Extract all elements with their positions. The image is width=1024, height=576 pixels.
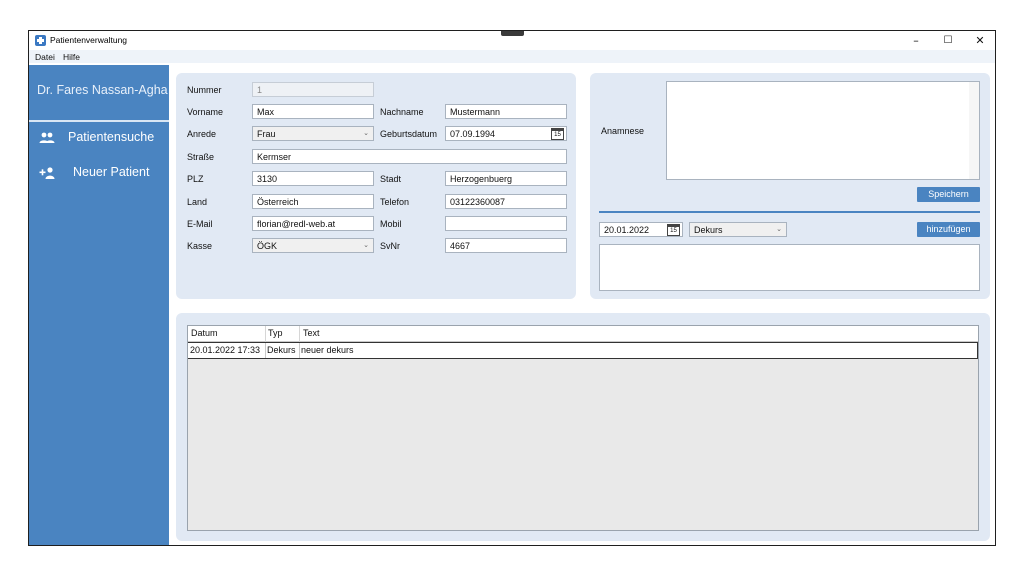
label-geburtsdatum: Geburtsdatum xyxy=(380,129,438,139)
chevron-down-icon: ⌄ xyxy=(776,225,782,233)
medical-kit-icon xyxy=(35,35,46,46)
strasse-field[interactable]: Kermser xyxy=(252,149,567,164)
calendar-icon[interactable]: 15 xyxy=(551,128,564,140)
geburtsdatum-value: 07.09.1994 xyxy=(450,129,496,139)
cell-separator xyxy=(299,343,300,358)
scrollbar[interactable] xyxy=(969,82,979,179)
minimize-button[interactable]: – xyxy=(901,31,931,50)
window-title: Patientenverwaltung xyxy=(50,35,128,45)
label-vorname: Vorname xyxy=(187,107,224,117)
table-row[interactable]: 20.01.2022 17:33 Dekurs neuer dekurs xyxy=(188,342,978,359)
geburtsdatum-field[interactable]: 07.09.1994 15 xyxy=(445,126,567,141)
svnr-field[interactable]: 4667 xyxy=(445,238,567,253)
label-land: Land xyxy=(187,197,208,207)
calendar-icon[interactable]: 15 xyxy=(667,224,680,236)
column-separator[interactable] xyxy=(299,326,300,342)
label-anamnese: Anamnese xyxy=(601,126,645,136)
entry-type-value: Dekurs xyxy=(694,225,723,235)
plz-field[interactable]: 3130 xyxy=(252,171,374,186)
column-text[interactable]: Text xyxy=(303,328,320,338)
app-window: Patientenverwaltung – ☐ ✕ Datei Hilfe Dr… xyxy=(28,30,996,546)
telefon-field[interactable]: 03122360087 xyxy=(445,194,567,209)
email-field[interactable]: florian@redl-web.at xyxy=(252,216,374,231)
stadt-field[interactable]: Herzogenbuerg xyxy=(445,171,567,186)
menu-hilfe[interactable]: Hilfe xyxy=(63,52,80,62)
chevron-down-icon: ⌄ xyxy=(363,129,369,137)
section-divider xyxy=(599,211,980,213)
mobil-field[interactable] xyxy=(445,216,567,231)
maximize-button[interactable]: ☐ xyxy=(933,31,963,50)
vorname-field[interactable]: Max xyxy=(252,104,374,119)
label-nachname: Nachname xyxy=(380,107,424,117)
nav-label-neuer-patient: Neuer Patient xyxy=(73,165,150,179)
sidebar-divider xyxy=(29,120,169,122)
entry-type-select[interactable]: Dekurs ⌄ xyxy=(689,222,787,237)
close-button[interactable]: ✕ xyxy=(965,31,995,50)
column-separator[interactable] xyxy=(265,326,266,342)
land-field[interactable]: Österreich xyxy=(252,194,374,209)
label-telefon: Telefon xyxy=(380,197,410,207)
label-anrede: Anrede xyxy=(187,129,217,139)
cell-separator xyxy=(265,343,266,358)
menu-bar: Datei Hilfe xyxy=(29,50,995,63)
label-plz: PLZ xyxy=(187,174,204,184)
drag-handle[interactable] xyxy=(501,31,524,36)
nav-neuer-patient[interactable]: Neuer Patient xyxy=(29,162,169,184)
speichern-button[interactable]: Speichern xyxy=(917,187,980,202)
cell-typ: Dekurs xyxy=(267,345,296,355)
records-table: Datum Typ Text 20.01.2022 17:33 Dekurs n… xyxy=(187,325,979,531)
kasse-select[interactable]: ÖGK ⌄ xyxy=(252,238,374,253)
nachname-field[interactable]: Mustermann xyxy=(445,104,567,119)
title-bar: Patientenverwaltung – ☐ ✕ xyxy=(29,31,995,50)
chevron-down-icon: ⌄ xyxy=(363,241,369,249)
cell-datum: 20.01.2022 17:33 xyxy=(190,345,261,355)
entry-date-value: 20.01.2022 xyxy=(604,225,650,235)
add-person-icon xyxy=(39,167,55,179)
menu-datei[interactable]: Datei xyxy=(35,52,55,62)
cell-text: neuer dekurs xyxy=(301,345,354,355)
kasse-value: ÖGK xyxy=(257,241,278,251)
label-nummer: Nummer xyxy=(187,85,222,95)
label-stadt: Stadt xyxy=(380,174,402,184)
label-strasse: Straße xyxy=(187,152,215,162)
nav-label-patientensuche: Patientensuche xyxy=(68,130,155,144)
people-icon xyxy=(39,132,55,143)
column-typ[interactable]: Typ xyxy=(268,328,283,338)
anrede-select[interactable]: Frau ⌄ xyxy=(252,126,374,141)
table-header: Datum Typ Text xyxy=(188,326,978,342)
label-email: E-Mail xyxy=(187,219,213,229)
anamnese-textarea[interactable] xyxy=(666,81,980,180)
label-svnr: SvNr xyxy=(380,241,400,251)
sidebar: Dr. Fares Nassan-Agha Patientensuche Neu… xyxy=(29,65,169,545)
column-datum[interactable]: Datum xyxy=(191,328,218,338)
nummer-field: 1 xyxy=(252,82,374,97)
anrede-value: Frau xyxy=(257,129,276,139)
nav-patientensuche[interactable]: Patientensuche xyxy=(29,127,169,149)
doctor-name: Dr. Fares Nassan-Agha xyxy=(37,83,168,97)
entry-text-area[interactable] xyxy=(599,244,980,291)
hinzufuegen-button[interactable]: hinzufügen xyxy=(917,222,980,237)
label-kasse: Kasse xyxy=(187,241,213,251)
label-mobil: Mobil xyxy=(380,219,402,229)
entry-date-field[interactable]: 20.01.2022 15 xyxy=(599,222,683,237)
